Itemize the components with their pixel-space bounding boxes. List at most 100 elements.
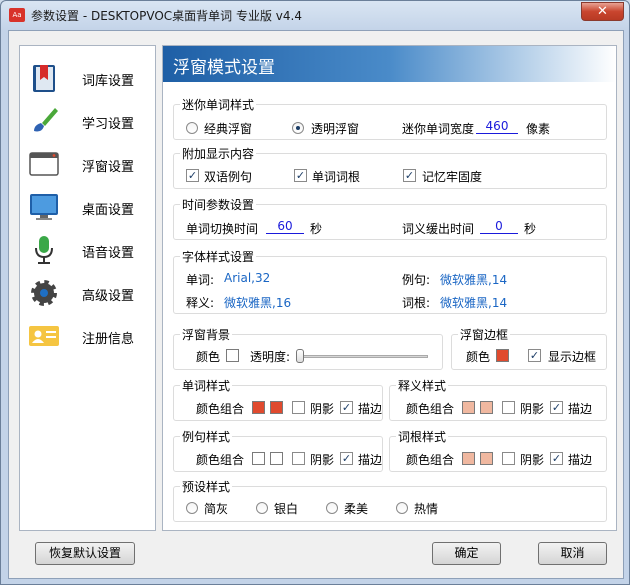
border-color-swatch[interactable]: [496, 349, 509, 362]
checkbox-root[interactable]: ✓: [294, 169, 307, 182]
radio-classic-label: 经典浮窗: [204, 122, 253, 136]
checkbox-example-stroke[interactable]: ✓: [340, 452, 353, 465]
font-meaning-label: 释义:: [186, 296, 215, 310]
reset-defaults-button[interactable]: 恢复默认设置: [35, 542, 135, 565]
word-combo-label: 颜色组合: [196, 402, 245, 416]
radio-preset-soft[interactable]: [326, 502, 338, 514]
mini-width-unit: 像素: [526, 122, 551, 136]
bg-color-swatch[interactable]: [226, 349, 239, 362]
delay-time-unit: 秒: [524, 222, 537, 236]
group-title: 浮窗边框: [458, 326, 511, 343]
opacity-slider-track[interactable]: [298, 355, 428, 358]
sidebar-item-desktop[interactable]: 桌面设置: [28, 189, 153, 225]
group-font: 字体样式设置 单词: Arial,32 例句: 微软雅黑,14 释义: 微软雅黑…: [173, 248, 607, 314]
group-title: 迷你单词样式: [180, 96, 257, 113]
root-combo-label: 颜色组合: [406, 453, 455, 467]
sidebar-item-label: 学习设置: [82, 117, 135, 132]
meaning-combo-label: 颜色组合: [406, 402, 455, 416]
settings-window: Aa 参数设置 - DESKTOPVOC桌面背单词 专业版 v4.4 ✕ 词库设…: [0, 0, 630, 585]
checkbox-memory[interactable]: ✓: [403, 169, 416, 182]
preset-soft-label: 柔美: [344, 502, 369, 516]
delay-time-label: 词义缓出时间: [402, 222, 475, 236]
group-title: 时间参数设置: [180, 196, 257, 213]
group-title: 例句样式: [180, 428, 233, 445]
group-word-style: 单词样式 颜色组合 阴影 ✓ 描边: [173, 377, 383, 421]
sidebar-item-label: 浮窗设置: [82, 160, 135, 175]
group-title: 词根样式: [396, 428, 449, 445]
checkbox-meaning-shadow[interactable]: [502, 401, 515, 414]
switch-time-input[interactable]: 60: [266, 220, 304, 234]
id-card-icon: [29, 326, 59, 346]
checkbox-show-border-label: 显示边框: [548, 350, 597, 364]
checkbox-bilingual[interactable]: ✓: [186, 169, 199, 182]
checkbox-show-border[interactable]: ✓: [528, 349, 541, 362]
radio-preset-gray[interactable]: [186, 502, 198, 514]
radio-transparent[interactable]: [292, 122, 304, 134]
gear-icon: [31, 280, 57, 306]
word-color-swatch-1[interactable]: [252, 401, 265, 414]
sidebar-item-advanced[interactable]: 高级设置: [28, 275, 153, 311]
font-word-link[interactable]: Arial,32: [224, 271, 270, 285]
example-combo-label: 颜色组合: [196, 453, 245, 467]
switch-time-label: 单词切换时间: [186, 222, 259, 236]
checkbox-example-shadow[interactable]: [292, 452, 305, 465]
font-meaning-link[interactable]: 微软雅黑,16: [224, 294, 291, 311]
root-stroke-label: 描边: [568, 453, 593, 467]
root-color-swatch-2[interactable]: [480, 452, 493, 465]
meaning-color-swatch-2[interactable]: [480, 401, 493, 414]
group-title: 字体样式设置: [180, 248, 257, 265]
border-color-label: 颜色: [466, 350, 491, 364]
panel-banner: 浮窗模式设置: [163, 46, 616, 82]
checkbox-word-shadow[interactable]: [292, 401, 305, 414]
settings-panel: 浮窗模式设置 迷你单词样式 经典浮窗 透明浮窗 迷你单词宽度 460 像素 附加…: [162, 45, 617, 531]
root-color-swatch-1[interactable]: [462, 452, 475, 465]
checkbox-root-stroke[interactable]: ✓: [550, 452, 563, 465]
checkbox-root-shadow[interactable]: [502, 452, 515, 465]
group-border: 浮窗边框 颜色 ✓ 显示边框: [451, 326, 607, 370]
radio-classic[interactable]: [186, 122, 198, 134]
group-timing: 时间参数设置 单词切换时间 60 秒 词义缓出时间 0 秒: [173, 196, 607, 240]
page-title: 浮窗模式设置: [173, 58, 275, 78]
group-mini-style: 迷你单词样式 经典浮窗 透明浮窗 迷你单词宽度 460 像素: [173, 96, 607, 140]
close-button[interactable]: ✕: [581, 2, 624, 21]
ok-button[interactable]: 确定: [432, 542, 501, 565]
font-example-link[interactable]: 微软雅黑,14: [440, 271, 507, 288]
monitor-icon: [30, 194, 58, 220]
sidebar-item-register[interactable]: 注册信息: [28, 318, 153, 354]
opacity-slider-thumb[interactable]: [296, 349, 304, 363]
title-bar: Aa 参数设置 - DESKTOPVOC桌面背单词 专业版 v4.4 ✕: [1, 1, 629, 29]
sidebar-item-study[interactable]: 学习设置: [28, 103, 153, 139]
delay-time-input[interactable]: 0: [480, 220, 518, 234]
sidebar-item-float[interactable]: 浮窗设置: [28, 146, 153, 182]
bg-opacity-label: 透明度:: [250, 350, 291, 364]
font-example-label: 例句:: [402, 273, 431, 287]
mini-width-input[interactable]: 460: [476, 120, 518, 134]
bg-color-label: 颜色: [196, 350, 221, 364]
sidebar-item-vocab[interactable]: 词库设置: [28, 60, 153, 96]
group-title: 附加显示内容: [180, 145, 257, 162]
meaning-color-swatch-1[interactable]: [462, 401, 475, 414]
window-icon: [29, 152, 59, 176]
window-title: 参数设置 - DESKTOPVOC桌面背单词 专业版 v4.4: [31, 9, 302, 23]
radio-preset-silver[interactable]: [256, 502, 268, 514]
group-background: 浮窗背景 颜色 透明度:: [173, 326, 443, 370]
microphone-icon: [35, 236, 53, 264]
example-color-swatch-1[interactable]: [252, 452, 265, 465]
cancel-button[interactable]: 取消: [538, 542, 607, 565]
checkbox-meaning-stroke[interactable]: ✓: [550, 401, 563, 414]
sidebar-item-label: 语音设置: [82, 246, 135, 261]
example-stroke-label: 描边: [358, 453, 383, 467]
example-color-swatch-2[interactable]: [270, 452, 283, 465]
checkbox-memory-label: 记忆牢固度: [422, 170, 483, 184]
sidebar-item-voice[interactable]: 语音设置: [28, 232, 153, 268]
word-color-swatch-2[interactable]: [270, 401, 283, 414]
word-stroke-label: 描边: [358, 402, 383, 416]
checkbox-word-stroke[interactable]: ✓: [340, 401, 353, 414]
meaning-shadow-label: 阴影: [520, 402, 545, 416]
sidebar-item-label: 词库设置: [82, 74, 135, 89]
radio-preset-warm[interactable]: [396, 502, 408, 514]
client-area: 词库设置 学习设置 浮窗设置 桌面设置 语音设置 高级设置 注册信息 浮窗模式设…: [8, 30, 624, 579]
root-shadow-label: 阴影: [520, 453, 545, 467]
font-root-link[interactable]: 微软雅黑,14: [440, 294, 507, 311]
group-title: 浮窗背景: [180, 326, 233, 343]
